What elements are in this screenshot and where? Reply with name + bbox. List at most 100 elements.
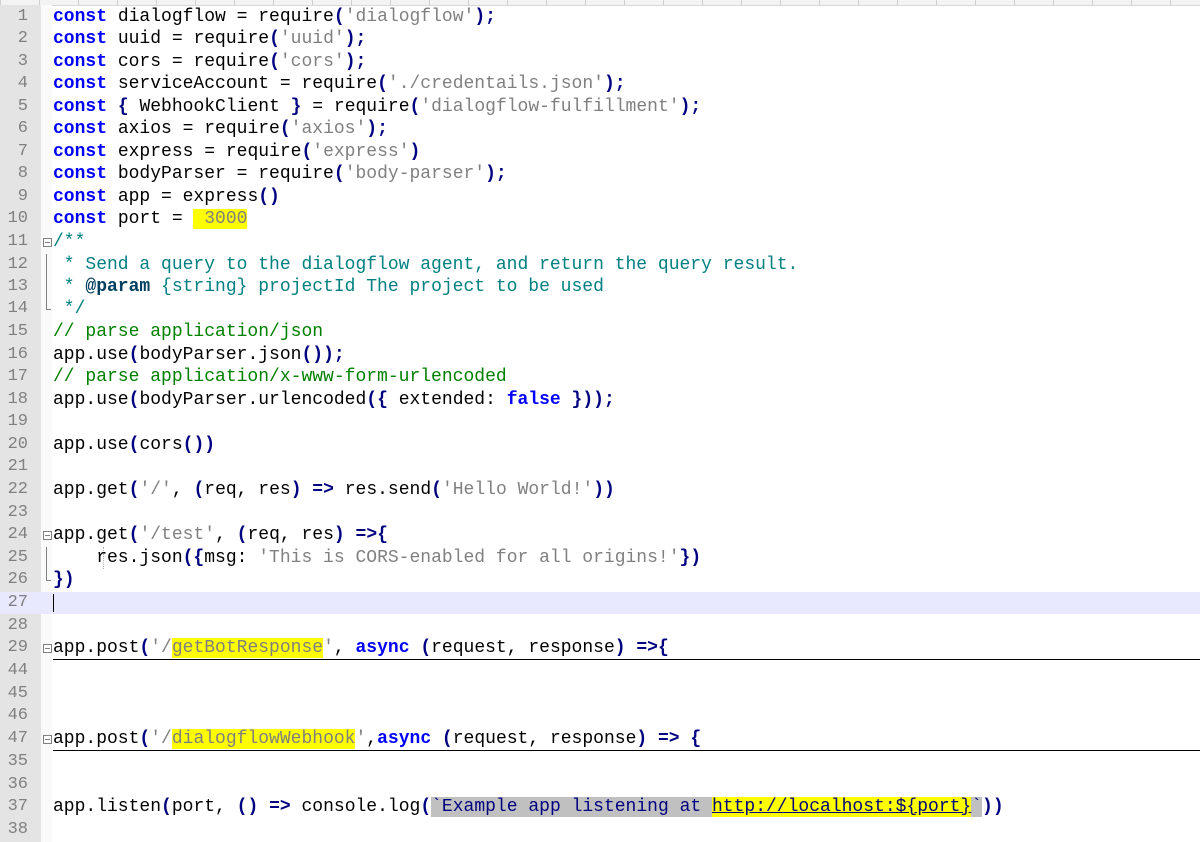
token: ( xyxy=(269,29,280,49)
code-line[interactable]: 5 const { WebhookClient } = require('dia… xyxy=(0,96,1200,118)
line-number: 35 xyxy=(7,752,28,771)
line-number: 1 xyxy=(17,7,28,26)
code-line[interactable]: 10 const port = 3000 xyxy=(0,208,1200,230)
code-text: const uuid = require('uuid'); xyxy=(53,28,366,50)
fold-end-marker xyxy=(41,298,52,320)
code-line[interactable]: 9 const app = express() xyxy=(0,186,1200,208)
line-number: 21 xyxy=(7,457,28,476)
token: ); xyxy=(366,119,388,139)
string-literal: 'axios' xyxy=(290,119,367,139)
fold-collapse-icon[interactable] xyxy=(41,231,52,253)
code-line[interactable]: 35 xyxy=(0,751,1200,773)
token: ) xyxy=(290,480,302,500)
code-line[interactable]: 26 }) xyxy=(0,569,1200,591)
token: require xyxy=(225,142,302,162)
code-line[interactable]: 16 app.use(bodyParser.json()); xyxy=(0,344,1200,366)
token: , xyxy=(171,480,194,500)
doc-comment: {string} projectId The project to be use… xyxy=(150,277,604,297)
fold-collapse-icon[interactable] xyxy=(41,524,52,546)
string-literal: 'express' xyxy=(312,142,410,162)
token: app.use xyxy=(53,390,129,410)
code-line[interactable]: 23 xyxy=(0,502,1200,524)
code-line[interactable]: 8 const bodyParser = require('body-parse… xyxy=(0,163,1200,185)
code-line[interactable]: 1 const dialogflow = require('dialogflow… xyxy=(0,6,1200,28)
token: console.log xyxy=(301,797,421,817)
token: ); xyxy=(603,74,626,94)
code-line-folded[interactable]: 29 app.post('/getBotResponse', async (re… xyxy=(0,637,1200,659)
code-editor[interactable]: 1 const dialogflow = require ( ' dialogflow… xyxy=(0,0,1200,842)
code-text: const app = express() xyxy=(53,186,280,208)
token: req, res xyxy=(247,525,334,545)
token: res.send xyxy=(344,480,432,500)
code-line[interactable]: 46 xyxy=(0,705,1200,727)
code-text: const port = 3000 xyxy=(53,208,248,230)
highlighted-route: dialogflowWebhook xyxy=(171,729,356,749)
line-number: 2 xyxy=(17,29,28,48)
code-line[interactable]: 15 // parse application/json xyxy=(0,321,1200,343)
code-line[interactable]: 14 */ xyxy=(0,298,1200,320)
code-line[interactable]: 28 xyxy=(0,615,1200,637)
code-line[interactable]: 24 app.get('/test', (req, res) =>{ xyxy=(0,524,1200,546)
code-line[interactable]: 2 const uuid = require('uuid'); xyxy=(0,28,1200,50)
fold-expand-icon[interactable] xyxy=(41,637,52,659)
line-number: 44 xyxy=(7,661,28,680)
code-line[interactable]: 19 xyxy=(0,411,1200,433)
code-line[interactable]: 36 xyxy=(0,774,1200,796)
token: ); xyxy=(485,164,507,184)
code-line[interactable]: 38 xyxy=(0,819,1200,841)
token: port = xyxy=(107,209,194,229)
token: bodyParser = xyxy=(107,164,259,184)
code-line[interactable]: 4 const serviceAccount = require('./cred… xyxy=(0,73,1200,95)
code-line[interactable]: 6 const axios = require('axios'); xyxy=(0,118,1200,140)
code-text: const bodyParser = require('body-parser'… xyxy=(53,163,507,185)
code-line[interactable]: 20 app.use(cors()) xyxy=(0,434,1200,456)
keyword: const xyxy=(53,187,108,207)
code-line[interactable]: 3 const cors = require('cors'); xyxy=(0,51,1200,73)
line-comment: // parse application/json xyxy=(53,322,324,342)
doc-comment: * Send a query to the dialogflow agent, … xyxy=(53,255,799,275)
text-caret xyxy=(53,594,54,612)
code-line[interactable]: 21 xyxy=(0,456,1200,478)
current-line[interactable]: 27 xyxy=(0,592,1200,614)
code-line[interactable]: 12 * Send a query to the dialogflow agen… xyxy=(0,254,1200,276)
line-number: 17 xyxy=(7,367,28,386)
line-number: 29 xyxy=(7,638,28,657)
string-literal: 'This is CORS-enabled for all origins!' xyxy=(258,548,680,568)
code-text: * Send a query to the dialogflow agent, … xyxy=(53,254,799,276)
keyword: const xyxy=(53,29,108,49)
line-number: 20 xyxy=(7,435,28,454)
string-literal: ' xyxy=(323,638,334,658)
token: ( xyxy=(420,797,432,817)
code-line[interactable]: 7 const express = require('express') xyxy=(0,141,1200,163)
highlighted-number: 3000 xyxy=(193,209,248,229)
code-line[interactable]: 45 xyxy=(0,683,1200,705)
code-line[interactable]: 37 app.listen(port, () => console.log(`E… xyxy=(0,796,1200,818)
string-literal: '/ xyxy=(150,729,172,749)
code-line[interactable]: 44 xyxy=(0,660,1200,682)
code-line[interactable]: 18 app.use(bodyParser.urlencoded({ exten… xyxy=(0,389,1200,411)
doc-comment: /** xyxy=(53,232,86,252)
token: dialogflow = xyxy=(107,7,259,27)
token: WebhookClient xyxy=(128,97,291,117)
token: bodyParser.json xyxy=(139,345,302,365)
token: ( xyxy=(128,435,140,455)
code-text: app.post('/dialogflowWebhook',async (req… xyxy=(53,728,701,750)
token: ( xyxy=(139,729,151,749)
code-line[interactable]: 22 app.get('/', (req, res) => res.send('… xyxy=(0,479,1200,501)
code-line[interactable]: 25 res.json({msg: 'This is CORS-enabled … xyxy=(0,547,1200,569)
keyword: false xyxy=(506,390,561,410)
token: ({ xyxy=(182,548,205,568)
code-line[interactable]: 13 * @param {string} projectId The proje… xyxy=(0,276,1200,298)
token: require xyxy=(301,74,378,94)
code-text: app.use(bodyParser.urlencoded({ extended… xyxy=(53,389,615,411)
token: app.post xyxy=(53,729,140,749)
code-line[interactable]: 11 /** xyxy=(0,231,1200,253)
token: require xyxy=(258,164,334,184)
line-number: 38 xyxy=(7,820,28,839)
code-line-folded[interactable]: 47 app.post('/dialogflowWebhook',async (… xyxy=(0,728,1200,750)
code-line[interactable]: 17 // parse application/x-www-form-urlen… xyxy=(0,366,1200,388)
highlighted-route: getBotResponse xyxy=(171,638,324,658)
token: () xyxy=(258,187,280,207)
fold-expand-icon[interactable] xyxy=(41,728,52,750)
